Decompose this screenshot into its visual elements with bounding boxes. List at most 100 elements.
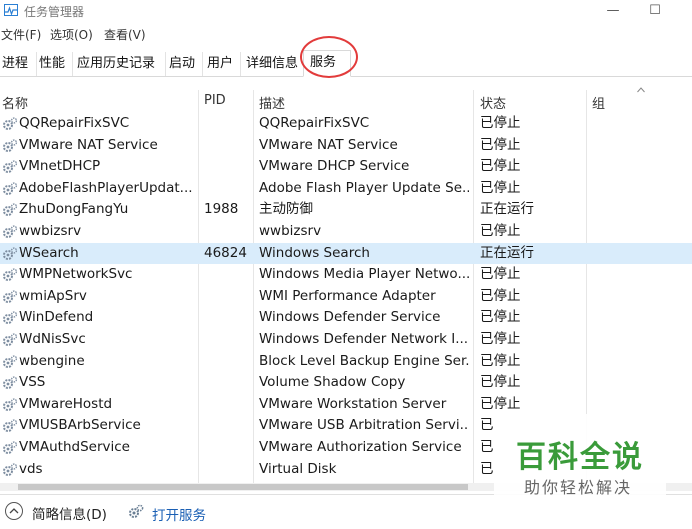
- sort-caret-icon: [637, 87, 645, 93]
- service-name: VSS: [19, 374, 46, 391]
- task-manager-icon: [4, 4, 18, 16]
- service-description: VMware NAT Service: [259, 136, 398, 153]
- service-status: 已停止: [480, 395, 521, 412]
- tab-details[interactable]: 详细信息: [244, 52, 304, 76]
- table-row[interactable]: WdNisSvc Windows Defender Network I... 已停止: [0, 329, 692, 351]
- service-name: VMAuthdService: [19, 439, 130, 455]
- service-description: Virtual Disk: [259, 460, 337, 477]
- table-row[interactable]: VMnetDHCP VMware DHCP Service 已停止: [0, 156, 692, 178]
- service-gear-icon: [2, 246, 18, 261]
- service-description: Block Level Backup Engine Ser...: [259, 352, 469, 369]
- title-bar: 任务管理器 — ☐: [0, 0, 692, 22]
- service-status: 已停止: [480, 309, 521, 326]
- service-gear-icon: [2, 419, 18, 433]
- table-row[interactable]: AdobeFlashPlayerUpdat... Adobe Flash Play…: [0, 178, 692, 200]
- tab-processes[interactable]: 进程: [0, 52, 37, 76]
- table-row[interactable]: wbengine Block Level Backup Engine Ser...…: [0, 351, 692, 373]
- service-status: 正在运行: [480, 201, 534, 218]
- services-gear-icon: [129, 504, 144, 518]
- service-gear-icon: [2, 138, 18, 153]
- service-gear-icon: [2, 376, 18, 390]
- tab-app-history[interactable]: 应用历史记录: [75, 52, 166, 76]
- tab-performance[interactable]: 性能: [37, 52, 73, 76]
- service-name: WdNisSvc: [19, 331, 86, 347]
- service-pid: 1988: [204, 201, 239, 218]
- service-name: WMPNetworkSvc: [19, 266, 133, 283]
- service-gear-icon: [2, 441, 18, 455]
- service-status: 正在运行: [480, 244, 534, 261]
- column-description[interactable]: 描述: [259, 93, 285, 112]
- column-name[interactable]: 名称: [2, 93, 28, 112]
- service-gear-icon: [2, 290, 18, 304]
- service-status: 已停止: [480, 179, 521, 196]
- service-gear-icon: [2, 333, 18, 347]
- service-status: 已停止: [480, 331, 521, 347]
- service-gear-icon: [2, 182, 18, 196]
- table-row[interactable]: wwbizsrv wwbizsrv 已停止: [0, 221, 692, 243]
- service-description: Windows Media Player Netwo...: [259, 266, 469, 283]
- minimize-button[interactable]: —: [590, 0, 636, 22]
- service-description: VMware DHCP Service: [259, 158, 410, 175]
- service-description: WMI Performance Adapter: [259, 287, 436, 304]
- service-description: Windows Search: [259, 244, 370, 261]
- scrollbar-thumb[interactable]: [18, 484, 468, 490]
- service-gear-icon: [2, 160, 18, 174]
- service-status: 已停止: [480, 158, 521, 175]
- service-gear-icon: [2, 225, 18, 239]
- service-gear-icon: [2, 354, 18, 369]
- service-name: AdobeFlashPlayerUpdat...: [19, 179, 193, 196]
- watermark-subtitle: 助你轻松解决: [524, 478, 633, 497]
- service-status: 已停止: [480, 374, 521, 391]
- service-status: 已停止: [480, 352, 521, 369]
- service-description: Volume Shadow Copy: [259, 374, 406, 391]
- open-services-link[interactable]: 打开服务: [152, 504, 206, 524]
- table-row[interactable]: ZhuDongFangYu 1988 主动防御 正在运行: [0, 199, 692, 221]
- menu-view[interactable]: 查看(V): [104, 26, 146, 43]
- table-row[interactable]: WMPNetworkSvc Windows Media Player Netwo.…: [0, 264, 692, 286]
- table-row[interactable]: WSearch 46824 Windows Search 正在运行: [0, 242, 692, 265]
- column-header: 名称 PID 描述 状态 组: [0, 90, 692, 112]
- highlight-circle: [300, 36, 358, 78]
- service-description: wwbizsrv: [259, 223, 322, 239]
- table-row[interactable]: VSS Volume Shadow Copy 已停止: [0, 372, 692, 394]
- table-row[interactable]: VMwareHostd VMware Workstation Server 已停止: [0, 394, 692, 416]
- service-description: VMware Workstation Server: [259, 395, 447, 412]
- service-gear-icon: [2, 311, 18, 325]
- service-name: ZhuDongFangYu: [19, 201, 129, 218]
- maximize-button[interactable]: ☐: [632, 0, 678, 22]
- service-status: 已停止: [480, 287, 521, 304]
- service-status: 已停止: [480, 266, 521, 283]
- service-name: VMware NAT Service: [19, 136, 158, 153]
- window-title: 任务管理器: [24, 5, 85, 19]
- service-name: wmiApSrv: [19, 287, 87, 304]
- column-pid[interactable]: PID: [204, 93, 226, 108]
- service-name: VMnetDHCP: [19, 158, 101, 175]
- service-name: WinDefend: [19, 309, 94, 326]
- collapse-icon[interactable]: [5, 502, 23, 520]
- table-row[interactable]: WinDefend Windows Defender Service 已停止: [0, 307, 692, 329]
- service-name: VMUSBArbService: [19, 417, 141, 434]
- tab-startup[interactable]: 启动: [167, 52, 203, 76]
- column-status[interactable]: 状态: [480, 93, 506, 112]
- service-gear-icon: [2, 117, 18, 131]
- watermark: 百科全说 助你轻松解决: [494, 414, 666, 520]
- table-row[interactable]: VMware NAT Service VMware NAT Service 已停止: [0, 135, 692, 157]
- service-description: Windows Defender Service: [259, 309, 441, 326]
- service-description: QQRepairFixSVC: [259, 115, 370, 131]
- service-name: QQRepairFixSVC: [19, 115, 130, 131]
- table-row[interactable]: QQRepairFixSVC QQRepairFixSVC 已停止: [0, 113, 692, 135]
- table-row[interactable]: wmiApSrv WMI Performance Adapter 已停止: [0, 286, 692, 308]
- column-group[interactable]: 组: [592, 93, 605, 112]
- service-gear-icon: [2, 268, 18, 282]
- service-status: 已停止: [480, 136, 521, 153]
- service-gear-icon: [2, 462, 18, 477]
- tab-users[interactable]: 用户: [205, 52, 241, 76]
- service-gear-icon: [2, 203, 18, 217]
- brief-info-link[interactable]: 简略信息(D): [32, 503, 107, 523]
- menu-file[interactable]: 文件(F): [1, 26, 41, 43]
- service-description: VMware Authorization Service: [259, 439, 462, 455]
- service-description: Adobe Flash Player Update Se...: [259, 179, 469, 196]
- service-gear-icon: [2, 398, 18, 412]
- menu-options[interactable]: 选项(O): [50, 26, 93, 43]
- service-status: 已停止: [480, 115, 521, 131]
